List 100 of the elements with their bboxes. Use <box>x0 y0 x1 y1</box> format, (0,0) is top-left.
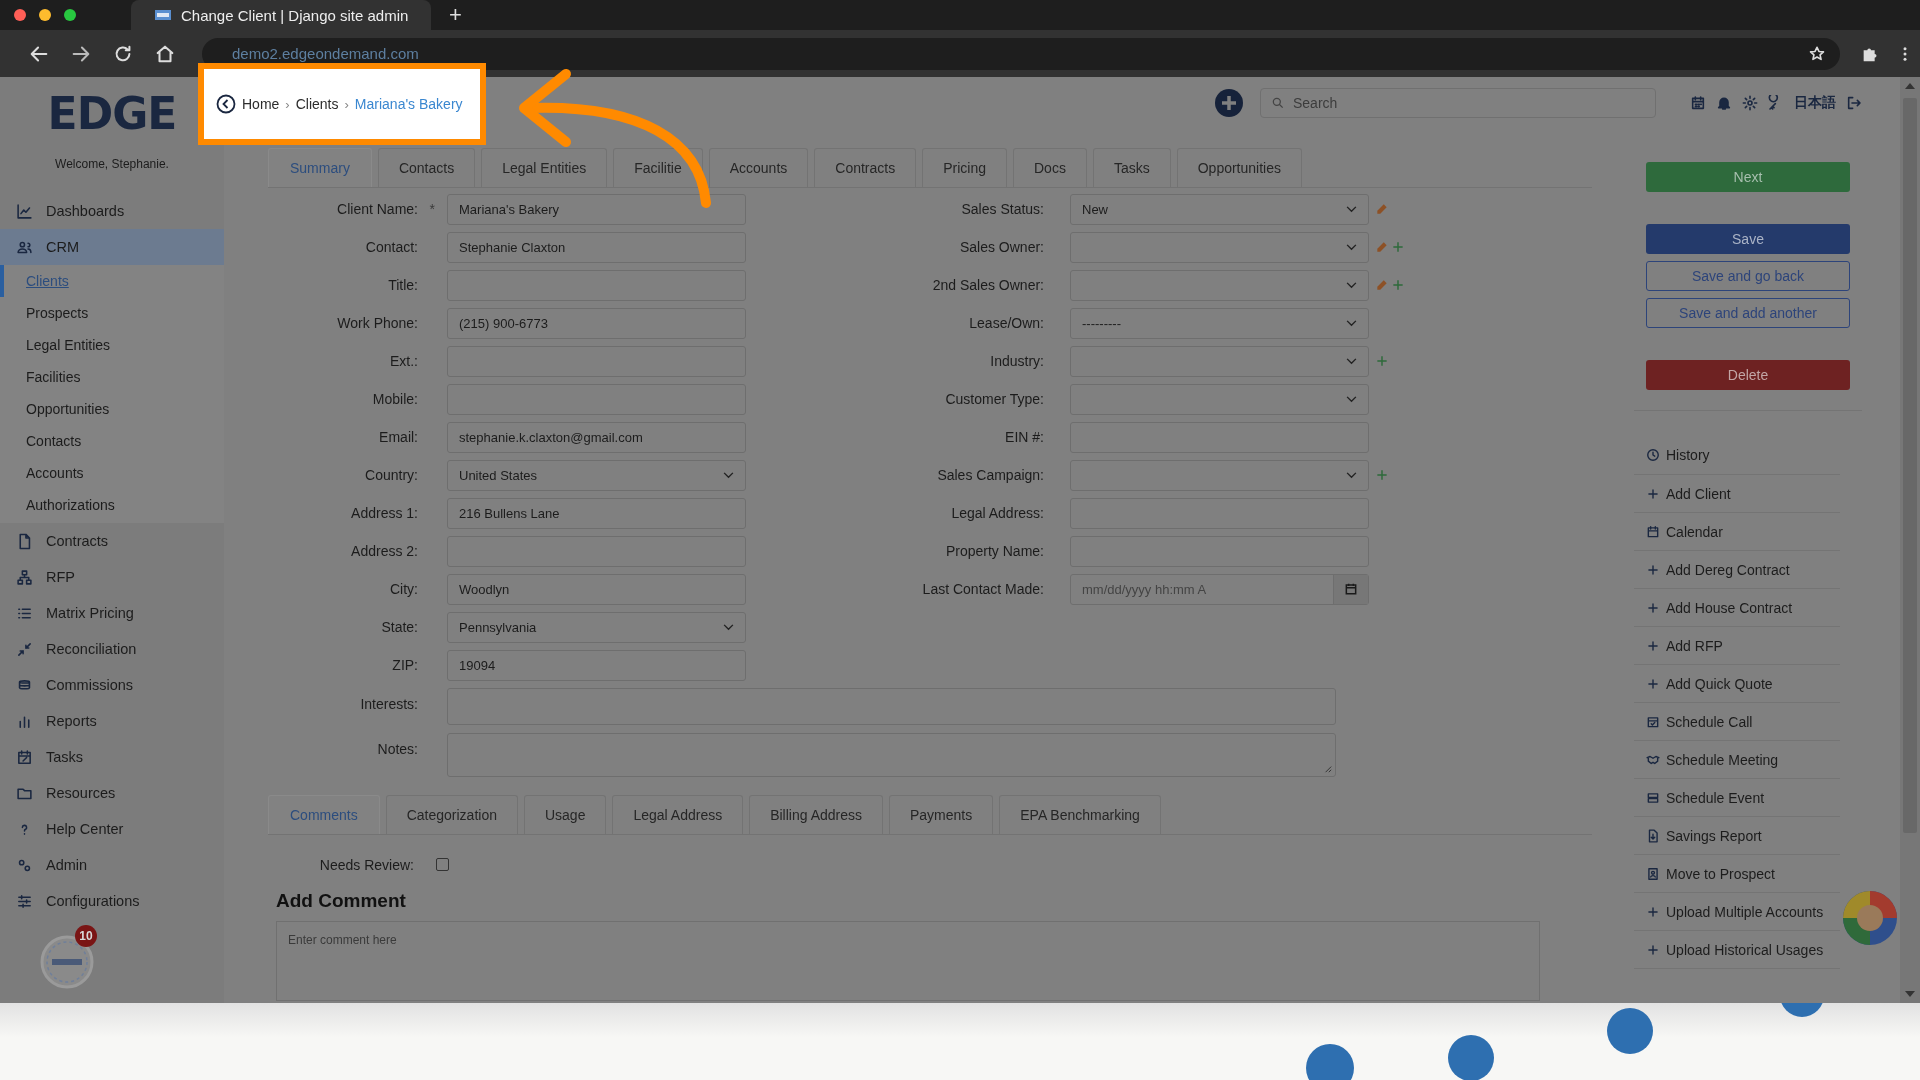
text-field[interactable]: 216 Bullens Lane <box>447 498 746 529</box>
add-icon[interactable] <box>1214 87 1244 118</box>
plus-icon[interactable] <box>1391 278 1405 293</box>
action-link[interactable]: Savings Report <box>1634 817 1840 855</box>
nav-item[interactable]: CRM <box>0 229 224 265</box>
breadcrumb-link[interactable]: Mariana's Bakery <box>354 96 463 112</box>
star-icon[interactable] <box>1808 44 1826 63</box>
action-link[interactable]: Add Dereg Contract <box>1634 551 1840 589</box>
nav-subitem[interactable]: Clients <box>0 265 224 297</box>
search-field[interactable]: Search <box>1260 87 1656 118</box>
plus-icon[interactable] <box>1375 468 1389 483</box>
breadcrumb-link[interactable]: Home <box>242 96 280 112</box>
tab[interactable]: Contracts <box>814 148 917 187</box>
text-field[interactable]: Stephanie Claxton <box>447 232 746 263</box>
select-field[interactable] <box>1070 384 1369 415</box>
tab[interactable]: EPA Benchmarking <box>999 794 1161 834</box>
select-field[interactable]: United States <box>447 460 746 491</box>
text-field[interactable]: Woodlyn <box>447 574 746 605</box>
plus-icon[interactable] <box>1375 354 1389 369</box>
select-field[interactable]: New <box>1070 194 1369 225</box>
tab[interactable]: Categorization <box>385 794 518 834</box>
close-window-control[interactable] <box>14 9 26 21</box>
action-link[interactable]: Schedule Call <box>1634 703 1840 741</box>
select-field[interactable] <box>1070 232 1369 263</box>
tab[interactable]: Accounts <box>708 148 809 187</box>
nav-item[interactable]: Dashboards <box>0 193 224 229</box>
tab[interactable]: Billing Address <box>749 794 883 834</box>
browser-tab[interactable]: Change Client | Django site admin <box>131 0 431 30</box>
select-field[interactable]: Pennsylvania <box>447 612 746 643</box>
plus-icon[interactable] <box>1391 240 1405 255</box>
save-option-button[interactable]: Save and add another <box>1646 298 1850 328</box>
tab[interactable]: Opportunities <box>1176 148 1302 187</box>
nav-item[interactable]: Reconciliation <box>0 631 224 667</box>
maximize-window-control[interactable] <box>64 9 76 21</box>
delete-button[interactable]: Delete <box>1646 360 1850 390</box>
nav-item[interactable]: Admin <box>0 847 224 883</box>
action-link[interactable]: Add Quick Quote <box>1634 665 1840 703</box>
nav-item[interactable]: Reports <box>0 703 224 739</box>
action-link[interactable]: Upload Multiple Accounts <box>1634 893 1840 931</box>
nav-item[interactable]: RFP <box>0 559 224 595</box>
logout-icon[interactable] <box>1846 94 1862 111</box>
text-area[interactable] <box>447 732 1336 777</box>
tab[interactable]: Pricing <box>922 148 1007 187</box>
pencil-icon[interactable] <box>1375 278 1389 293</box>
select-field[interactable] <box>1070 460 1369 491</box>
nav-subitem[interactable]: Legal Entities <box>0 329 224 361</box>
calendar-icon[interactable] <box>1344 582 1358 597</box>
minimize-window-control[interactable] <box>39 9 51 21</box>
tab[interactable]: Usage <box>523 794 607 834</box>
select-field[interactable] <box>1070 346 1369 377</box>
tab[interactable]: Summary <box>268 148 372 187</box>
action-link[interactable]: Calendar <box>1634 513 1840 551</box>
nav-subitem[interactable]: Contacts <box>0 425 224 457</box>
action-link[interactable]: History <box>1634 435 1840 475</box>
text-field[interactable]: (215) 900-6773 <box>447 308 746 339</box>
scroll-down-icon[interactable] <box>1905 991 1915 997</box>
nav-item[interactable]: Contracts <box>0 523 224 559</box>
next-button[interactable]: Next <box>1646 162 1850 192</box>
save-button[interactable]: Save <box>1646 224 1850 254</box>
nav-subitem[interactable]: Accounts <box>0 457 224 489</box>
breadcrumb-link[interactable]: Clients <box>295 96 339 112</box>
save-option-button[interactable]: Save and go back <box>1646 261 1850 291</box>
scrollbar[interactable] <box>1900 77 1920 1003</box>
tab[interactable]: Facilitie <box>613 148 703 187</box>
text-field[interactable]: 19094 <box>447 650 746 681</box>
address-bar[interactable]: demo2.edgeondemand.com <box>202 37 1840 70</box>
action-link[interactable]: Schedule Meeting <box>1634 741 1840 779</box>
nav-subitem[interactable]: Opportunities <box>0 393 224 425</box>
comment-field[interactable]: Enter comment here <box>276 920 1540 1001</box>
tab[interactable]: Tasks <box>1092 148 1171 187</box>
calendar-icon[interactable] <box>1690 94 1706 111</box>
checkbox[interactable] <box>436 858 449 871</box>
action-link[interactable]: Add Client <box>1634 475 1840 513</box>
action-link[interactable]: Upload Historical Usages <box>1634 931 1840 969</box>
pencil-icon[interactable] <box>1375 202 1389 217</box>
tab[interactable]: Docs <box>1013 148 1087 187</box>
settings-icon[interactable] <box>1742 94 1758 111</box>
assistant-avatar-icon[interactable] <box>1842 890 1898 946</box>
action-link[interactable]: Add RFP <box>1634 627 1840 665</box>
text-field[interactable]: Mariana's Bakery <box>447 194 746 225</box>
tab[interactable]: Contacts <box>377 148 476 187</box>
resize-handle-icon[interactable] <box>1324 764 1332 773</box>
select-field[interactable]: --------- <box>1070 308 1369 339</box>
action-link[interactable]: Schedule Event <box>1634 779 1840 817</box>
nav-item[interactable]: Resources <box>0 775 224 811</box>
tab[interactable]: Payments <box>889 794 994 834</box>
back-icon[interactable] <box>216 94 236 114</box>
nav-item[interactable]: Tasks <box>0 739 224 775</box>
action-link[interactable]: Add House Contract <box>1634 589 1840 627</box>
nav-item[interactable]: Matrix Pricing <box>0 595 224 631</box>
tab[interactable]: Legal Entities <box>481 148 608 187</box>
language-link[interactable]: 日本語 <box>1794 93 1836 112</box>
select-field[interactable] <box>1070 270 1369 301</box>
menu-icon[interactable] <box>1902 44 1908 63</box>
nav-item[interactable]: Commissions <box>0 667 224 703</box>
pencil-icon[interactable] <box>1375 240 1389 255</box>
nav-item[interactable]: Help Center <box>0 811 224 847</box>
new-tab-button[interactable]: + <box>449 2 462 28</box>
text-field[interactable]: stephanie.k.claxton@gmail.com <box>447 422 746 453</box>
nav-item[interactable]: Configurations <box>0 883 224 919</box>
